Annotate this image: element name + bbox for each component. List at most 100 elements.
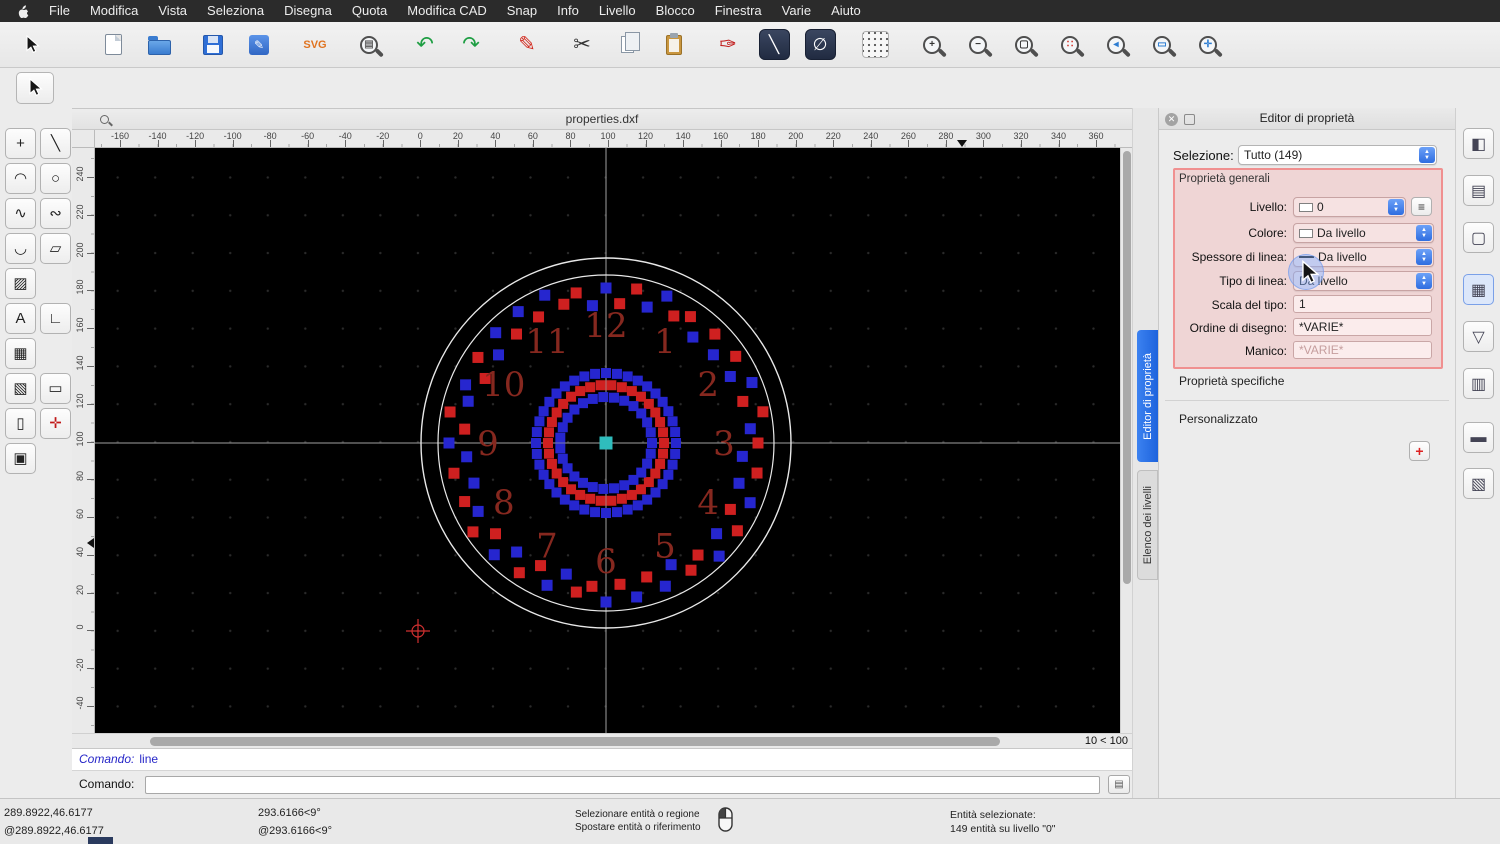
menu-snap[interactable]: Snap	[497, 0, 547, 22]
cut-button[interactable]: ✂	[563, 27, 601, 63]
library-browser-panel-button[interactable]: ▥	[1463, 368, 1494, 399]
viewport-panel-button[interactable]: ◧	[1463, 128, 1494, 159]
pan-button[interactable]: ✛	[1189, 27, 1227, 63]
edit-entity-button[interactable]: ✎	[508, 27, 546, 63]
zoom-out-button[interactable]: −	[959, 27, 997, 63]
panel-close-button[interactable]: ✕	[1165, 113, 1178, 126]
panel-divider	[1165, 400, 1449, 401]
h-ruler-tick	[158, 140, 159, 147]
apple-menu[interactable]	[16, 3, 31, 19]
drawing-canvas[interactable]: 121234567891011	[95, 148, 1120, 733]
menu-quota[interactable]: Quota	[342, 0, 397, 22]
polygon-tool-button[interactable]: ▱	[40, 233, 71, 264]
property-editor-panel-button[interactable]: ▦	[1463, 274, 1494, 305]
zoom-selection-button[interactable]: ∷	[1051, 27, 1089, 63]
image-tool-button[interactable]: ▦	[5, 338, 36, 369]
document-zoom-icon[interactable]	[100, 115, 109, 124]
horizontal-scrollbar-thumb[interactable]	[150, 737, 1000, 746]
block-list-panel-button[interactable]: ▤	[1463, 175, 1494, 206]
selection-filter-panel-button[interactable]: ▽	[1463, 321, 1494, 352]
arc-segment-tool-button[interactable]: ◡	[5, 233, 36, 264]
ellipse-tool-button[interactable]: ∅	[801, 27, 839, 63]
ordine-di-disegno-input[interactable]: *VARIE*	[1293, 318, 1432, 336]
vertical-scrollbar[interactable]	[1120, 148, 1132, 733]
h-ruler-tick	[646, 140, 647, 147]
redo-button[interactable]: ↷	[452, 27, 490, 63]
command-history-toggle-button[interactable]: ▤	[1108, 775, 1130, 794]
colore-combo[interactable]: Da livello▲▼	[1293, 223, 1434, 243]
h-ruler-label: 140	[668, 131, 698, 141]
selection-tool-button[interactable]	[13, 27, 51, 63]
svg-export-button[interactable]: SVG	[296, 27, 334, 63]
panel-detach-button[interactable]	[1184, 114, 1195, 125]
hatch-tool-button[interactable]: ▨	[5, 268, 36, 299]
svg-text:10: 10	[482, 365, 525, 405]
menu-modifica[interactable]: Modifica	[80, 0, 148, 22]
menu-info[interactable]: Info	[547, 0, 589, 22]
svg-text:7: 7	[536, 526, 558, 566]
line-tool-button[interactable]: ╲	[40, 128, 71, 159]
edit-drawing-button[interactable]	[240, 27, 278, 63]
menu-aiuto[interactable]: Aiuto	[821, 0, 871, 22]
new-file-button[interactable]	[94, 27, 132, 63]
command-prompt-label: Comando:	[79, 777, 134, 791]
specific-properties-header: Proprietà specifiche	[1179, 374, 1284, 388]
add-custom-property-button[interactable]: +	[1409, 441, 1430, 461]
command-line-panel-button[interactable]: ▬	[1463, 422, 1494, 453]
livello-combo[interactable]: 0▲▼	[1293, 197, 1406, 217]
circle-tool-button[interactable]: ○	[40, 163, 71, 194]
text-tool-button[interactable]: A	[5, 303, 36, 334]
v-ruler-label: -20	[75, 650, 85, 680]
zoom-in-button[interactable]: +	[913, 27, 951, 63]
undo-button[interactable]: ↶	[406, 27, 444, 63]
hatch-pattern-tool-button[interactable]: ▧	[5, 373, 36, 404]
livello-menu-button[interactable]: ≡	[1411, 197, 1432, 216]
menu-disegna[interactable]: Disegna	[274, 0, 342, 22]
menu-vista[interactable]: Vista	[148, 0, 197, 22]
vertical-scrollbar-thumb[interactable]	[1123, 151, 1131, 584]
print-preview-button[interactable]: ▤	[350, 27, 388, 63]
previous-view-button[interactable]: ◂	[1097, 27, 1135, 63]
ruler-tool-button[interactable]: ▭	[40, 373, 71, 404]
sheet-panel-button[interactable]: ▢	[1463, 222, 1494, 253]
polyline-tool-button[interactable]: ∾	[40, 198, 71, 229]
command-input[interactable]	[145, 776, 1100, 794]
h-ruler-tick	[983, 140, 984, 147]
v-ruler-tick	[87, 215, 94, 216]
grid-toggle-button[interactable]	[856, 27, 894, 63]
selection-combo[interactable]: Tutto (149) ▲▼	[1238, 145, 1437, 165]
copy-button[interactable]	[609, 27, 647, 63]
measure-tool-button[interactable]: ✛	[40, 408, 71, 439]
save-file-button[interactable]	[194, 27, 232, 63]
menu-seleziona[interactable]: Seleziona	[197, 0, 274, 22]
line-tool-button[interactable]: ╲	[755, 27, 793, 63]
manico-input[interactable]: *VARIE*	[1293, 341, 1432, 359]
menu-varie[interactable]: Varie	[772, 0, 821, 22]
scala-del-tipo-input[interactable]: 1	[1293, 295, 1432, 313]
paste-button[interactable]	[655, 27, 693, 63]
menu-modifica-cad[interactable]: Modifica CAD	[397, 0, 496, 22]
tab-layer-list[interactable]: Elenco dei livelli	[1137, 470, 1158, 580]
custom-properties-header: Personalizzato	[1179, 412, 1258, 426]
menu-livello[interactable]: Livello	[589, 0, 646, 22]
property-editor-panel: ✕ Editor di proprietà Selezione: Tutto (…	[1158, 108, 1455, 798]
horizontal-scrollbar[interactable]: 10 < 100	[72, 733, 1132, 748]
print-preview-icon: ▤	[360, 36, 378, 54]
draw-pen-button[interactable]: ✑	[709, 27, 747, 63]
open-file-button[interactable]	[140, 27, 178, 63]
spline-tool-button[interactable]: ∿	[5, 198, 36, 229]
point-tool-button[interactable]: +	[5, 128, 36, 159]
arc-tool-button[interactable]: ◠	[5, 163, 36, 194]
auto-zoom-button[interactable]: ▢	[1005, 27, 1043, 63]
shape-tool-button[interactable]: ▯	[5, 408, 36, 439]
menu-blocco[interactable]: Blocco	[646, 0, 705, 22]
zoom-window-button[interactable]: ▭	[1143, 27, 1181, 63]
clipboard-panel-button[interactable]: ▧	[1463, 468, 1494, 499]
menu-finestra[interactable]: Finestra	[705, 0, 772, 22]
dimension-tool-button[interactable]: ∟	[40, 303, 71, 334]
solid-tool-button[interactable]: ▣	[5, 443, 36, 474]
menu-file[interactable]: File	[39, 0, 80, 22]
save-file-icon	[203, 35, 223, 55]
tab-property-editor[interactable]: Editor di proprietà	[1137, 330, 1158, 462]
selection-tool-docked-button[interactable]	[16, 72, 54, 104]
